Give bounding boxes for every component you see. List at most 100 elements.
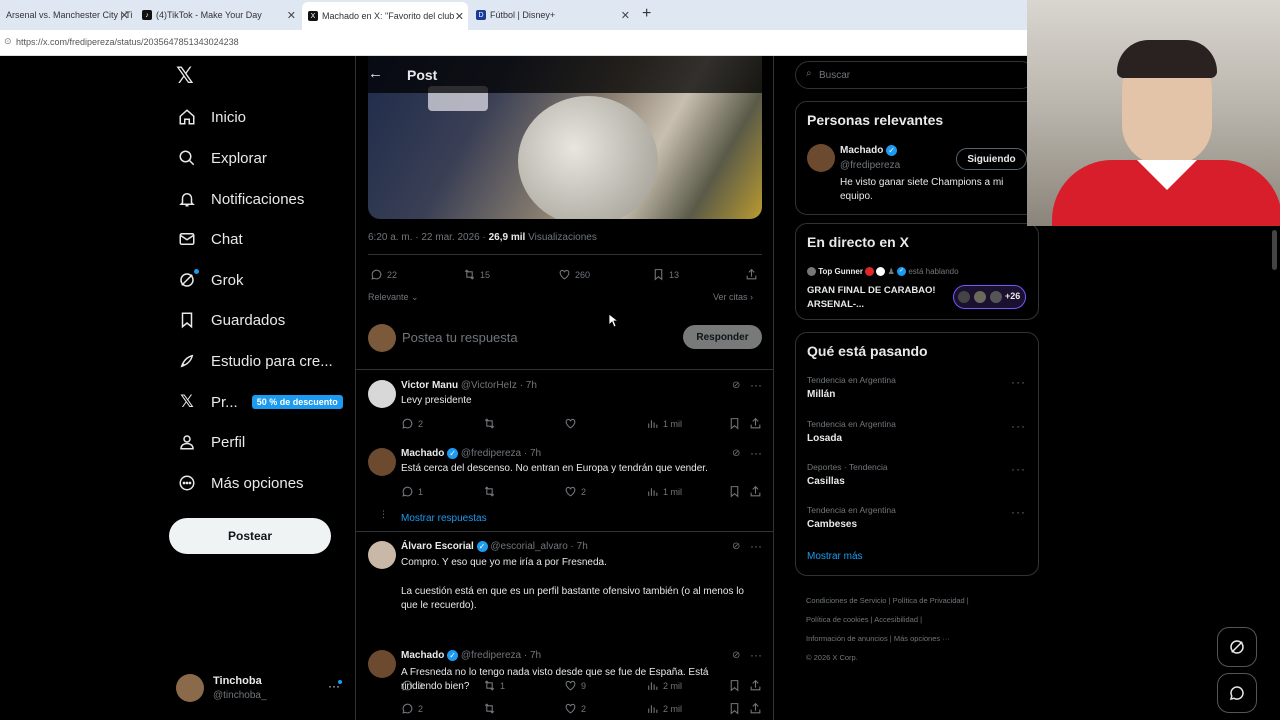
trend-item[interactable]: Deportes · Tendencia Casillas ··· bbox=[796, 460, 1038, 500]
repost-action[interactable] bbox=[483, 702, 496, 715]
views-action[interactable]: 1 mil bbox=[646, 485, 682, 498]
scrollbar[interactable] bbox=[1272, 230, 1277, 270]
reply-item[interactable]: Machado ✓ @fredipereza · 7h ⊘ ··· Está c… bbox=[356, 444, 773, 504]
nav-item-estudio[interactable]: Estudio para cre... bbox=[177, 344, 333, 378]
grok-icon[interactable]: ⊘ bbox=[732, 541, 740, 552]
reply-item[interactable]: Álvaro Escorial ✓ @escorial_alvaro · 7h … bbox=[356, 537, 773, 637]
grok-icon[interactable]: ⊘ bbox=[732, 380, 740, 391]
like-action[interactable]: 2 bbox=[564, 485, 586, 498]
nav-item-notificaciones[interactable]: Notificaciones bbox=[177, 182, 304, 216]
trend-item[interactable]: Tendencia en Argentina Losada ··· bbox=[796, 417, 1038, 457]
bookmark-action[interactable]: 13 bbox=[652, 268, 679, 281]
person-name[interactable]: Machado ✓ bbox=[840, 145, 898, 156]
new-tab-icon[interactable]: + bbox=[642, 5, 651, 23]
repost-action[interactable] bbox=[483, 417, 496, 430]
view-quotes-link[interactable]: Ver citas › bbox=[713, 292, 753, 302]
nav-item-grok[interactable]: Grok bbox=[177, 263, 244, 297]
nav-item-explorar[interactable]: Explorar bbox=[177, 141, 267, 175]
author-name[interactable]: Machado bbox=[401, 650, 444, 661]
footer-link-more[interactable]: Más opciones ··· bbox=[894, 634, 950, 643]
more-circle-icon bbox=[177, 473, 197, 493]
card-title: Qué está pasando bbox=[807, 343, 928, 359]
reply-item[interactable]: Victor Manu @VictorHeIz · 7h ⊘ ··· Levy … bbox=[356, 376, 773, 436]
more-icon[interactable]: ··· bbox=[750, 648, 762, 662]
browser-tab[interactable]: D Fútbol | Disney+ ✕ bbox=[470, 4, 634, 26]
browser-tab[interactable]: Arsenal vs. Manchester City | Ti ✕ bbox=[0, 4, 133, 26]
browser-tab[interactable]: ♪ (4)TikTok - Make Your Day ✕ bbox=[136, 4, 300, 26]
footer-link-cookies[interactable]: Política de cookies bbox=[806, 615, 869, 624]
author-name[interactable]: Machado bbox=[401, 448, 444, 459]
share-action[interactable] bbox=[745, 268, 758, 281]
show-replies-link[interactable]: Mostrar respuestas bbox=[401, 513, 487, 524]
footer-link-ads[interactable]: Información de anuncios bbox=[806, 634, 888, 643]
reply-action[interactable]: 2 bbox=[401, 702, 423, 715]
back-arrow-icon[interactable]: ← bbox=[368, 65, 383, 82]
footer-link-privacy[interactable]: Política de Privacidad bbox=[893, 596, 965, 605]
account-switcher[interactable]: Tinchoba @tinchoba_ ··· bbox=[176, 673, 346, 707]
reply-action[interactable]: 22 bbox=[370, 268, 397, 281]
more-icon[interactable]: ··· bbox=[1011, 419, 1026, 433]
more-icon[interactable]: ··· bbox=[750, 446, 762, 460]
search-input[interactable]: ⌕ Buscar bbox=[795, 61, 1035, 89]
bookmark-action[interactable] bbox=[728, 702, 741, 715]
nav-label: Inicio bbox=[211, 108, 247, 126]
share-action[interactable] bbox=[749, 485, 762, 498]
show-more-link[interactable]: Mostrar más bbox=[807, 551, 863, 562]
like-action[interactable]: 2 bbox=[564, 702, 586, 715]
share-action[interactable] bbox=[749, 417, 762, 430]
address-bar[interactable]: ⊙ https://x.com/fredipereza/status/20356… bbox=[0, 30, 1027, 56]
author-handle: @escorial_alvaro · 7h bbox=[490, 541, 588, 553]
reply-action[interactable]: 1 bbox=[401, 485, 423, 498]
account-name: Tinchoba bbox=[213, 675, 262, 687]
repost-action[interactable]: 15 bbox=[463, 268, 490, 281]
listeners-pill[interactable]: +26 bbox=[953, 285, 1026, 309]
like-action[interactable]: 260 bbox=[558, 268, 590, 281]
share-action[interactable] bbox=[749, 702, 762, 715]
bookmark-action[interactable] bbox=[728, 485, 741, 498]
repost-action[interactable] bbox=[483, 485, 496, 498]
post-timestamp[interactable]: 6:20 a. m. · 22 mar. 2026 · bbox=[368, 232, 489, 243]
trend-item[interactable]: Tendencia en Argentina Millán ··· bbox=[796, 373, 1038, 413]
nav-item-perfil[interactable]: Perfil bbox=[177, 425, 245, 459]
following-button[interactable]: Siguiendo bbox=[956, 148, 1027, 170]
close-icon[interactable]: ✕ bbox=[287, 9, 296, 22]
browser-tab-active[interactable]: X Machado en X: "Favorito del club ✕ bbox=[302, 2, 468, 30]
reply-action[interactable]: 2 bbox=[401, 417, 423, 430]
avatar[interactable] bbox=[807, 144, 835, 172]
more-icon[interactable]: ··· bbox=[750, 539, 762, 553]
site-info-icon[interactable]: ⊙ bbox=[4, 36, 12, 47]
grok-icon[interactable]: ⊘ bbox=[732, 650, 740, 661]
post-button[interactable]: Postear bbox=[169, 518, 331, 554]
author-name[interactable]: Victor Manu bbox=[401, 380, 458, 391]
more-icon[interactable]: ··· bbox=[750, 378, 762, 392]
author-name[interactable]: Álvaro Escorial bbox=[401, 541, 474, 552]
nav-item-chat[interactable]: Chat bbox=[177, 222, 243, 256]
views-action[interactable]: 1 mil bbox=[646, 417, 682, 430]
close-icon[interactable]: ✕ bbox=[120, 9, 129, 22]
more-icon[interactable]: ··· bbox=[1011, 375, 1026, 389]
reply-item[interactable]: Machado ✓ @fredipereza · 7h ⊘ ··· A Fres… bbox=[356, 646, 773, 720]
sort-dropdown[interactable]: Relevante ⌄ bbox=[368, 292, 419, 303]
footer-link-accessibility[interactable]: Accesibilidad bbox=[874, 615, 918, 624]
grok-icon[interactable]: ⊘ bbox=[732, 448, 740, 459]
like-action[interactable] bbox=[564, 417, 577, 430]
url-text: https://x.com/fredipereza/status/2035647… bbox=[16, 37, 239, 47]
more-icon[interactable]: ··· bbox=[1011, 505, 1026, 519]
grok-floating-button[interactable] bbox=[1217, 627, 1257, 667]
trend-item[interactable]: Tendencia en Argentina Cambeses ··· bbox=[796, 503, 1038, 543]
more-icon[interactable]: ··· bbox=[1011, 462, 1026, 476]
reply-input[interactable]: Postea tu respuesta bbox=[402, 330, 518, 345]
live-card[interactable]: En directo en X Top Gunner ♟ ✓ está habl… bbox=[795, 223, 1039, 320]
nav-item-premium[interactable]: 𝕏 Pr... 50 % de descuento bbox=[177, 385, 343, 419]
footer-link-terms[interactable]: Condiciones de Servicio bbox=[806, 596, 886, 605]
close-icon[interactable]: ✕ bbox=[621, 9, 630, 22]
nav-item-mas-opciones[interactable]: Más opciones bbox=[177, 466, 304, 500]
close-icon[interactable]: ✕ bbox=[455, 10, 464, 23]
reply-button[interactable]: Responder bbox=[683, 325, 762, 349]
nav-item-guardados[interactable]: Guardados bbox=[177, 303, 285, 337]
x-logo-icon[interactable]: 𝕏 bbox=[176, 63, 194, 89]
nav-item-inicio[interactable]: Inicio bbox=[177, 100, 246, 134]
bookmark-action[interactable] bbox=[728, 417, 741, 430]
views-action[interactable]: 2 mil bbox=[646, 702, 682, 715]
chat-floating-button[interactable] bbox=[1217, 673, 1257, 713]
